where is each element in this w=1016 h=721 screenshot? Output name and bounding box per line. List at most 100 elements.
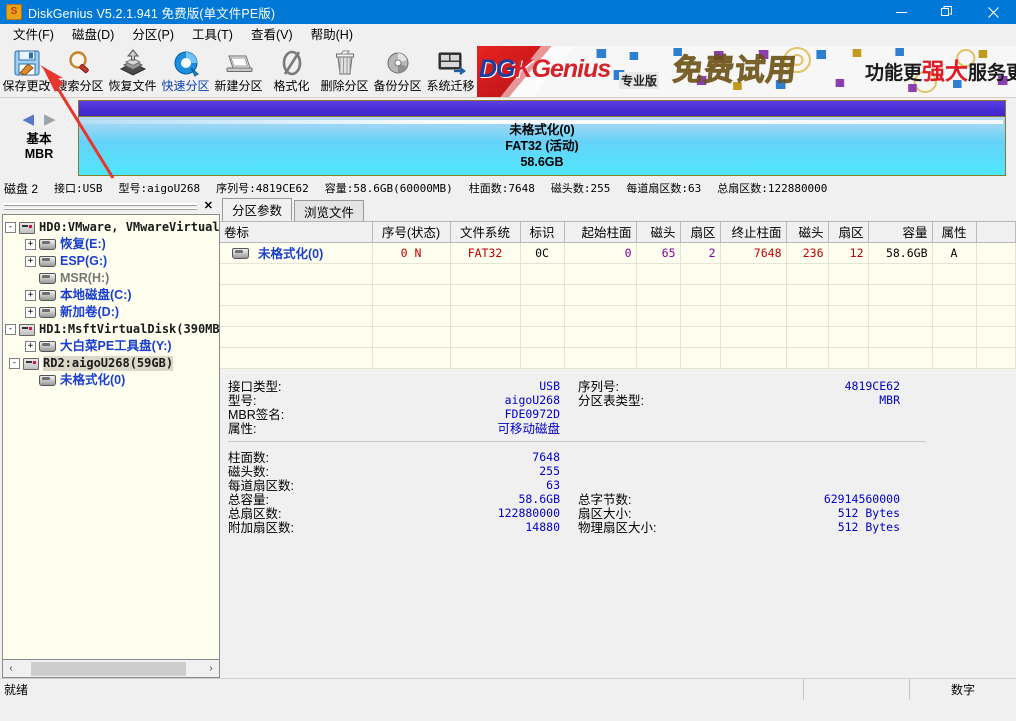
table-column-header[interactable]: 终止柱面 — [720, 222, 787, 243]
ad-brand-rest: Genius — [531, 55, 612, 83]
disk-map-left-panel: ◀ ▶ 基本 MBR — [0, 100, 78, 176]
tree-node-hd0[interactable]: - HD0:VMware, VMwareVirtualS — [5, 219, 219, 236]
table-cell-empty — [520, 263, 565, 285]
scroll-track[interactable] — [19, 660, 203, 677]
tree-node-label: 本地磁盘(C:) — [60, 288, 132, 302]
partition-bar-unformatted[interactable]: 未格式化(0) FAT32 (活动) 58.6GB — [78, 100, 1006, 176]
table-column-header[interactable]: 扇区 — [680, 222, 721, 243]
table-column-header[interactable]: 起始柱面 — [564, 222, 637, 243]
detail-value: 255 — [539, 463, 560, 478]
detail-key: 属性: — [228, 422, 257, 436]
table-cell-empty — [976, 284, 1016, 306]
quick-partition-button[interactable]: 快速分区 — [159, 46, 212, 96]
disk-icon — [23, 357, 39, 370]
expand-icon[interactable]: + — [25, 239, 36, 250]
tree-horizontal-scrollbar[interactable]: ‹ › — [2, 660, 220, 678]
table-row-unformatted[interactable]: 未格式化(0) 0 N FAT32 0C 0 65 2 7648 236 12 58.6GB A — [220, 242, 1016, 264]
menu-disk[interactable]: 磁盘(D) — [63, 25, 123, 45]
table-column-header[interactable] — [976, 222, 1016, 243]
table-column-header[interactable]: 磁头 — [636, 222, 681, 243]
menu-tools[interactable]: 工具(T) — [183, 25, 242, 45]
table-column-header[interactable]: 磁头 — [786, 222, 829, 243]
next-disk-icon[interactable]: ▶ — [44, 112, 56, 127]
tree-node-localdisk-c[interactable]: + 本地磁盘(C:) — [5, 287, 219, 304]
new-partition-button[interactable]: 新建分区 — [212, 46, 265, 96]
table-row-empty — [220, 326, 1016, 348]
tree-node-dabaicai-y[interactable]: + 大白菜PE工具盘(Y:) — [5, 338, 219, 355]
table-column-header[interactable]: 序号(状态) — [372, 222, 451, 243]
tree-node-newvolume-d[interactable]: + 新加卷(D:) — [5, 304, 219, 321]
scroll-left-icon[interactable]: ‹ — [3, 661, 19, 677]
ad-free-trial-text: 免费试用 — [671, 54, 799, 88]
disk-info-capacity: 容量:58.6GB(60000MB) — [324, 182, 453, 195]
table-column-header[interactable]: 属性 — [932, 222, 977, 243]
prev-disk-icon[interactable]: ◀ — [22, 112, 34, 127]
expand-icon[interactable]: + — [25, 341, 36, 352]
table-cell-empty — [720, 305, 787, 327]
table-column-header[interactable]: 卷标 — [220, 222, 373, 243]
tree-node-hd1[interactable]: - HD1:MsftVirtualDisk(390MB — [5, 321, 219, 338]
menu-view[interactable]: 查看(V) — [242, 25, 302, 45]
detail-row: 柱面数: 7648 — [228, 450, 560, 466]
format-button[interactable]: 格式化 — [265, 46, 318, 96]
tree-node-esp-g[interactable]: + ESP(G:) — [5, 253, 219, 270]
tab-partition-params[interactable]: 分区参数 — [222, 198, 293, 221]
disk-info-cylinders: 柱面数:7648 — [468, 182, 535, 195]
menu-help[interactable]: 帮助(H) — [302, 25, 362, 45]
table-column-header[interactable]: 文件系统 — [450, 222, 521, 243]
tab-strip: 分区参数 浏览文件 — [220, 198, 1016, 221]
partition-bar-cap — [79, 101, 1005, 117]
table-cell-empty — [636, 284, 681, 306]
tab-browse-files[interactable]: 浏览文件 — [294, 200, 365, 221]
table-column-header[interactable]: 容量 — [868, 222, 933, 243]
collapse-icon[interactable]: - — [5, 324, 16, 335]
disk-tree[interactable]: - HD0:VMware, VMwareVirtualS + 恢复(E:) + ESP(G… — [2, 214, 220, 660]
quick-partition-label: 快速分区 — [161, 79, 210, 93]
content-panel: 分区参数 浏览文件 卷标 序号(状态) 文件系统 标识 起始柱面 磁头 扇区 终止柱面 磁头 扇区… — [220, 198, 1016, 678]
scroll-thumb[interactable] — [31, 661, 186, 676]
partition-bar-filesystem: FAT32 (活动) — [505, 139, 579, 153]
system-migration-button[interactable]: 系统迁移 — [424, 46, 477, 96]
partition-icon — [39, 256, 56, 267]
tree-panel-gripper[interactable] — [4, 202, 197, 210]
table-cell-empty — [932, 284, 977, 306]
advertisement-banner[interactable]: DGKGenius 专业版 免费试用 功能更强大服务更贴心 — [477, 46, 1016, 97]
table-column-header[interactable]: 扇区 — [828, 222, 869, 243]
disk-type-line2: MBR — [24, 147, 54, 161]
table-cell-empty — [372, 263, 451, 285]
maximize-restore-button[interactable] — [924, 0, 970, 24]
disk-info-strip: 磁盘 2 接口:USB 型号:aigoU268 序列号:4819CE62 容量:… — [0, 178, 1016, 198]
expand-icon[interactable]: + — [25, 307, 36, 318]
expand-icon[interactable]: + — [25, 290, 36, 301]
menu-partition[interactable]: 分区(P) — [123, 25, 183, 45]
detail-row: 分区表类型: MBR — [578, 393, 900, 409]
minimize-button[interactable] — [878, 0, 924, 24]
partition-icon — [232, 248, 249, 259]
save-changes-button[interactable]: 保存更改 — [0, 46, 53, 96]
delete-partition-button[interactable]: 删除分区 — [318, 46, 371, 96]
menu-file[interactable]: 文件(F) — [4, 25, 63, 45]
table-column-header[interactable]: 标识 — [520, 222, 565, 243]
tree-node-unformatted[interactable]: 未格式化(0) — [5, 372, 219, 389]
search-partition-button[interactable]: 搜索分区 — [53, 46, 106, 96]
recover-file-button[interactable]: 恢复文件 — [106, 46, 159, 96]
scroll-right-icon[interactable]: › — [203, 661, 219, 677]
collapse-icon[interactable]: - — [9, 358, 20, 369]
status-cell-1 — [804, 678, 910, 700]
collapse-icon[interactable]: - — [5, 222, 16, 233]
table-row-empty — [220, 305, 1016, 327]
table-cell-empty — [520, 284, 565, 306]
tree-node-recovery-e[interactable]: + 恢复(E:) — [5, 236, 219, 253]
toolbar: 保存更改 搜索分区 恢复文件 快速分区 新建分区 格式化 删除分区 备份分区 系… — [0, 46, 1016, 98]
disk-map-area: ◀ ▶ 基本 MBR 未格式化(0) FAT32 (活动) 58.6GB — [0, 98, 1016, 178]
expand-icon[interactable]: + — [25, 256, 36, 267]
table-cell-filesystem: FAT32 — [450, 242, 521, 264]
tree-node-rd2[interactable]: - RD2:aigoU268(59GB) — [5, 355, 219, 372]
quick-partition-icon — [171, 48, 201, 78]
close-button[interactable] — [970, 0, 1016, 24]
partition-icon — [39, 273, 56, 284]
tree-node-msr-h[interactable]: MSR(H:) — [5, 270, 219, 287]
backup-partition-button[interactable]: 备份分区 — [371, 46, 424, 96]
table-cell-empty — [636, 347, 681, 369]
close-icon[interactable]: ✕ — [201, 200, 216, 212]
